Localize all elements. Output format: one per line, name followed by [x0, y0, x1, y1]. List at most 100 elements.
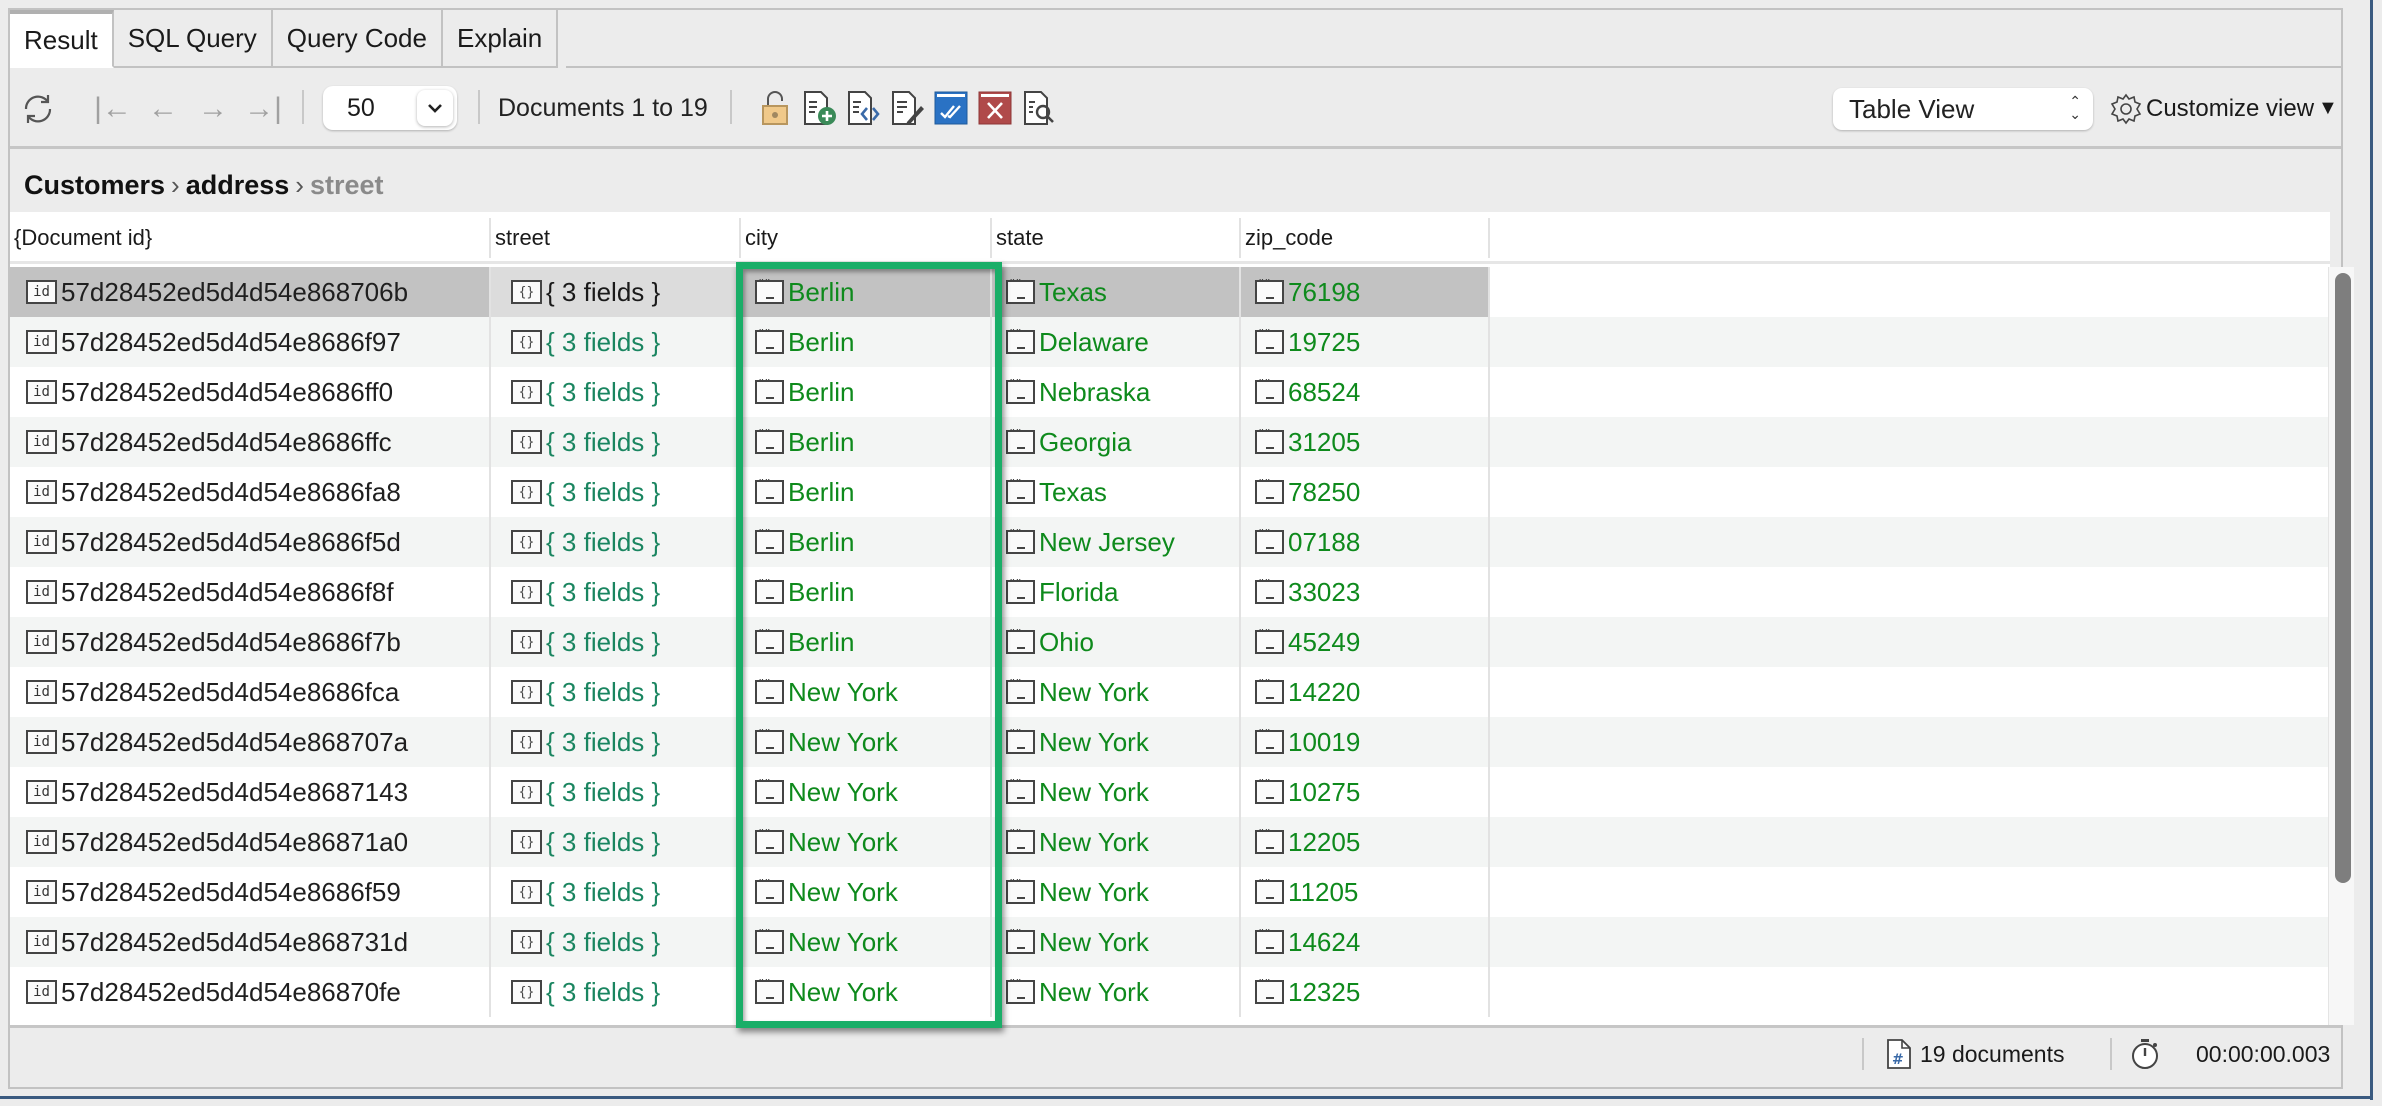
cell-zip-code[interactable]: 78250: [1241, 467, 1490, 517]
cell-city[interactable]: Berlin: [741, 417, 992, 467]
cell-city[interactable]: New York: [741, 967, 992, 1017]
column-header-state[interactable]: state: [992, 218, 1241, 258]
cell-city[interactable]: New York: [741, 767, 992, 817]
cell-document-id[interactable]: id 57d28452ed5d4d54e8687143: [10, 767, 491, 817]
customize-view-button[interactable]: Customize view ▼: [2110, 68, 2338, 149]
cell-document-id[interactable]: id 57d28452ed5d4d54e86871a0: [10, 817, 491, 867]
cell-street[interactable]: {}{ 3 fields }: [491, 817, 741, 867]
cell-state[interactable]: New York: [992, 717, 1241, 767]
cell-state[interactable]: New York: [992, 817, 1241, 867]
table-row[interactable]: id 57d28452ed5d4d54e86871a0{}{ 3 fields }…: [10, 817, 2328, 867]
table-row[interactable]: id 57d28452ed5d4d54e8686f8f{}{ 3 fields }…: [10, 567, 2328, 617]
cell-city[interactable]: New York: [741, 867, 992, 917]
cell-city[interactable]: Berlin: [741, 617, 992, 667]
cell-zip-code[interactable]: 14220: [1241, 667, 1490, 717]
cell-city[interactable]: Berlin: [741, 517, 992, 567]
cell-document-id[interactable]: id 57d28452ed5d4d54e8686fa8: [10, 467, 491, 517]
tab-explain[interactable]: Explain: [442, 10, 559, 68]
column-header-document-id[interactable]: {Document id}: [10, 218, 491, 258]
last-page-button[interactable]: →|: [238, 92, 288, 126]
cell-state[interactable]: Florida: [992, 567, 1241, 617]
cell-zip-code[interactable]: 33023: [1241, 567, 1490, 617]
cell-street[interactable]: {}{ 3 fields }: [491, 767, 741, 817]
table-row[interactable]: id 57d28452ed5d4d54e8686fa8{}{ 3 fields }…: [10, 467, 2328, 517]
cell-street[interactable]: {}{ 3 fields }: [491, 317, 741, 367]
cell-document-id[interactable]: id 57d28452ed5d4d54e8686f7b: [10, 617, 491, 667]
tab-query-code[interactable]: Query Code: [272, 10, 443, 68]
table-row[interactable]: id 57d28452ed5d4d54e8686f7b{}{ 3 fields }…: [10, 617, 2328, 667]
cell-city[interactable]: Berlin: [741, 567, 992, 617]
cell-state[interactable]: Ohio: [992, 617, 1241, 667]
cell-zip-code[interactable]: 45249: [1241, 617, 1490, 667]
cell-city[interactable]: Berlin: [741, 467, 992, 517]
cell-city[interactable]: New York: [741, 717, 992, 767]
table-row[interactable]: id 57d28452ed5d4d54e868706b{}{ 3 fields }…: [10, 267, 2328, 317]
column-header-city[interactable]: city: [741, 218, 992, 258]
next-page-button[interactable]: →: [188, 92, 238, 126]
cell-document-id[interactable]: id 57d28452ed5d4d54e8686ffc: [10, 417, 491, 467]
cell-city[interactable]: Berlin: [741, 367, 992, 417]
cell-document-id[interactable]: id 57d28452ed5d4d54e8686fca: [10, 667, 491, 717]
cell-zip-code[interactable]: 11205: [1241, 867, 1490, 917]
breadcrumb-customers[interactable]: Customers: [24, 170, 165, 201]
cell-state[interactable]: Nebraska: [992, 367, 1241, 417]
table-row[interactable]: id 57d28452ed5d4d54e868731d{}{ 3 fields }…: [10, 917, 2328, 967]
refresh-button[interactable]: [16, 87, 60, 131]
cell-document-id[interactable]: id 57d28452ed5d4d54e868707a: [10, 717, 491, 767]
unlock-button[interactable]: [755, 88, 795, 128]
search-document-button[interactable]: [1019, 88, 1059, 128]
cell-document-id[interactable]: id 57d28452ed5d4d54e868731d: [10, 917, 491, 967]
tab-result[interactable]: Result: [10, 10, 114, 68]
view-mode-select[interactable]: Table View ⌃ ⌄: [1833, 88, 2093, 130]
cell-document-id[interactable]: id 57d28452ed5d4d54e8686f5d: [10, 517, 491, 567]
breadcrumb-address[interactable]: address: [186, 170, 290, 201]
cell-street[interactable]: {}{ 3 fields }: [491, 367, 741, 417]
view-json-button[interactable]: [843, 88, 883, 128]
cell-street[interactable]: {}{ 3 fields }: [491, 667, 741, 717]
cell-document-id[interactable]: id 57d28452ed5d4d54e8686ff0: [10, 367, 491, 417]
cell-street[interactable]: {}{ 3 fields }: [491, 517, 741, 567]
cell-zip-code[interactable]: 19725: [1241, 317, 1490, 367]
cell-document-id[interactable]: id 57d28452ed5d4d54e868706b: [10, 267, 491, 317]
cell-state[interactable]: New York: [992, 867, 1241, 917]
table-row[interactable]: id 57d28452ed5d4d54e8686f59{}{ 3 fields }…: [10, 867, 2328, 917]
table-row[interactable]: id 57d28452ed5d4d54e8686f97{}{ 3 fields }…: [10, 317, 2328, 367]
cell-state[interactable]: Texas: [992, 467, 1241, 517]
cell-state[interactable]: New York: [992, 767, 1241, 817]
commit-button[interactable]: [931, 88, 971, 128]
cell-street[interactable]: {}{ 3 fields }: [491, 717, 741, 767]
cell-state[interactable]: New York: [992, 967, 1241, 1017]
scrollbar-thumb[interactable]: [2335, 273, 2351, 883]
vertical-scrollbar[interactable]: [2328, 267, 2354, 1025]
cell-state[interactable]: New York: [992, 667, 1241, 717]
cell-city[interactable]: Berlin: [741, 267, 992, 317]
cell-zip-code[interactable]: 10019: [1241, 717, 1490, 767]
cell-zip-code[interactable]: 14624: [1241, 917, 1490, 967]
cell-zip-code[interactable]: 31205: [1241, 417, 1490, 467]
cell-street[interactable]: {}{ 3 fields }: [491, 917, 741, 967]
table-row[interactable]: id 57d28452ed5d4d54e8687143{}{ 3 fields }…: [10, 767, 2328, 817]
cell-street[interactable]: {}{ 3 fields }: [491, 417, 741, 467]
table-row[interactable]: id 57d28452ed5d4d54e86870fe{}{ 3 fields }…: [10, 967, 2328, 1017]
add-document-button[interactable]: [799, 88, 839, 128]
cell-state[interactable]: New Jersey: [992, 517, 1241, 567]
cell-document-id[interactable]: id 57d28452ed5d4d54e8686f59: [10, 867, 491, 917]
tab-sql-query[interactable]: SQL Query: [113, 10, 273, 68]
cell-city[interactable]: Berlin: [741, 317, 992, 367]
prev-page-button[interactable]: ←: [138, 92, 188, 126]
cell-street[interactable]: {}{ 3 fields }: [491, 467, 741, 517]
column-header-zip-code[interactable]: zip_code: [1241, 218, 1490, 258]
table-row[interactable]: id 57d28452ed5d4d54e868707a{}{ 3 fields }…: [10, 717, 2328, 767]
cell-street[interactable]: {}{ 3 fields }: [491, 567, 741, 617]
cell-document-id[interactable]: id 57d28452ed5d4d54e86870fe: [10, 967, 491, 1017]
edit-document-button[interactable]: [887, 88, 927, 128]
cell-street[interactable]: {}{ 3 fields }: [491, 867, 741, 917]
cell-city[interactable]: New York: [741, 667, 992, 717]
cell-state[interactable]: Delaware: [992, 317, 1241, 367]
cell-zip-code[interactable]: 07188: [1241, 517, 1490, 567]
cell-document-id[interactable]: id 57d28452ed5d4d54e8686f8f: [10, 567, 491, 617]
first-page-button[interactable]: |←: [88, 92, 138, 126]
cell-street[interactable]: {}{ 3 fields }: [491, 617, 741, 667]
cell-state[interactable]: New York: [992, 917, 1241, 967]
table-row[interactable]: id 57d28452ed5d4d54e8686ff0{}{ 3 fields }…: [10, 367, 2328, 417]
